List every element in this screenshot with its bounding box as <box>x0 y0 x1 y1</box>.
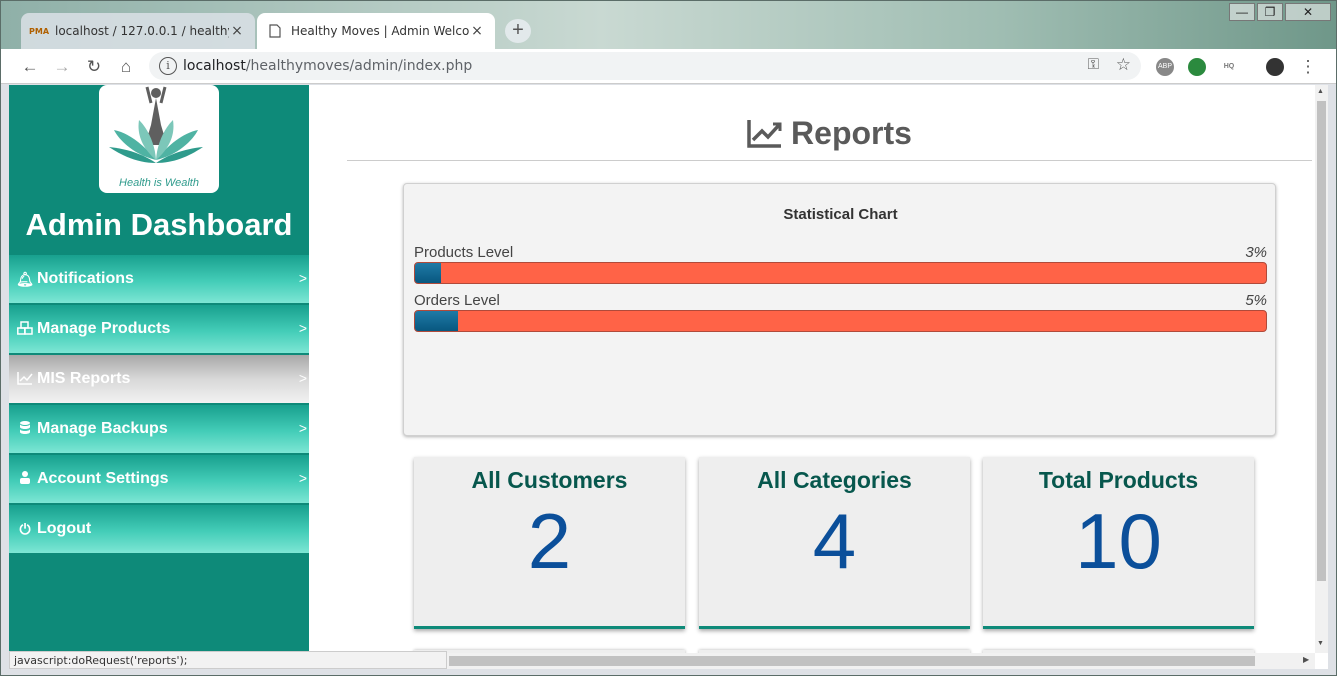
tab-close-icon[interactable]: × <box>469 23 485 39</box>
tab-admin-welcome[interactable]: Healthy Moves | Admin Welcome × <box>257 13 495 49</box>
tab-phpmyadmin[interactable]: PMA localhost / 127.0.0.1 / healthymo × <box>21 13 255 49</box>
sidebar-item-label: Manage Products <box>37 320 171 337</box>
sidebar-item-label: Manage Backups <box>37 420 168 437</box>
card-title: All Categories <box>757 467 912 493</box>
home-icon[interactable]: ⌂ <box>115 56 137 78</box>
stat-card-products[interactable]: Total Products 10 <box>983 457 1254 629</box>
page-title: Reports <box>347 115 1312 161</box>
card-title: Total Products <box>1038 467 1199 493</box>
stat-card-categories[interactable]: All Categories 4 <box>699 457 970 629</box>
key-icon[interactable]: ⚿ <box>1088 56 1099 73</box>
reload-icon[interactable]: ↻ <box>83 56 105 78</box>
chevron-right-icon: > <box>298 370 307 386</box>
progress-track <box>414 310 1267 332</box>
chevron-right-icon: > <box>298 420 307 436</box>
tab-close-icon[interactable]: × <box>229 23 245 39</box>
dashboard-title: Admin Dashboard <box>25 207 293 242</box>
sidebar-item-label: Logout <box>37 520 92 537</box>
sidebar-item-notifications[interactable]: 🔔︎ Notifications > <box>9 255 309 305</box>
status-bar: javascript:doRequest('reports'); <box>9 651 447 669</box>
chevron-right-icon: > <box>298 270 307 286</box>
bar-label: Orders Level <box>414 292 500 309</box>
scroll-down-icon[interactable]: ▼ <box>1317 640 1324 647</box>
sidebar-menu: 🔔︎ Notifications > Manage Products > MIS… <box>9 255 309 555</box>
scrollbar-thumb[interactable] <box>449 656 1255 666</box>
logo-caption: Health is Wealth <box>119 177 199 189</box>
sidebar-item-label: Notifications <box>37 270 134 287</box>
logo[interactable]: Health is Wealth <box>99 85 219 193</box>
sidebar-item-logout[interactable]: ⏻ Logout <box>9 505 309 555</box>
cubes-icon <box>15 320 35 338</box>
database-icon <box>15 420 35 438</box>
progress-fill <box>415 311 458 331</box>
browser-toolbar: ← → ↻ ⌂ i localhost/healthymoves/admin/i… <box>1 49 1336 84</box>
address-bar[interactable]: i localhost/healthymoves/admin/index.php… <box>149 52 1141 80</box>
sidebar-item-mis-reports[interactable]: MIS Reports > <box>9 355 309 405</box>
hq-extension-icon[interactable]: HQ <box>1220 58 1238 76</box>
url-host: localhost <box>183 58 246 74</box>
profile-avatar[interactable] <box>1266 58 1284 76</box>
bookmark-star-icon[interactable]: ☆ <box>1116 55 1131 75</box>
bar-percent: 5% <box>1245 292 1267 309</box>
statistical-chart-panel: Statistical Chart Products Level 3% Orde… <box>403 183 1276 436</box>
tab-title: Healthy Moves | Admin Welcome <box>291 24 469 38</box>
line-chart-icon <box>15 371 35 388</box>
sidebar-item-label: MIS Reports <box>37 370 131 387</box>
stat-card-customers[interactable]: All Customers 2 <box>414 457 685 629</box>
main-content: Reports Statistical Chart Products Level… <box>309 85 1315 669</box>
reports-heading-text: Reports <box>791 115 912 151</box>
url-path: /healthymoves/admin/index.php <box>245 58 473 74</box>
close-window-button[interactable]: ✕ <box>1285 3 1331 21</box>
card-value: 2 <box>527 497 572 585</box>
chevron-right-icon: > <box>298 470 307 486</box>
card-value: 4 <box>812 497 857 585</box>
sidebar: Health is Wealth Admin Dashboard 🔔︎ Noti… <box>9 85 309 669</box>
progress-track <box>414 262 1267 284</box>
maximize-button[interactable]: ❐ <box>1257 3 1283 21</box>
sidebar-item-account-settings[interactable]: Account Settings > <box>9 455 309 505</box>
adblock-icon[interactable]: ABP <box>1156 58 1174 76</box>
page-viewport: Health is Wealth Admin Dashboard 🔔︎ Noti… <box>9 85 1328 669</box>
vertical-scrollbar[interactable]: ▲ ▼ <box>1315 85 1328 653</box>
reports-heading: Reports <box>747 115 912 151</box>
sidebar-item-manage-products[interactable]: Manage Products > <box>9 305 309 355</box>
globe-extension-icon[interactable] <box>1188 58 1206 76</box>
minimize-button[interactable]: — <box>1229 3 1255 21</box>
bar-label: Products Level <box>414 244 514 261</box>
bar-percent: 3% <box>1245 244 1267 261</box>
title-bar: PMA localhost / 127.0.0.1 / healthymo × … <box>1 1 1336 49</box>
users-icon <box>15 470 35 488</box>
tab-title: localhost / 127.0.0.1 / healthymo <box>55 24 229 38</box>
forward-icon[interactable]: → <box>51 56 73 78</box>
info-icon[interactable]: i <box>159 57 177 75</box>
document-icon <box>267 23 283 39</box>
sidebar-item-label: Account Settings <box>37 470 169 487</box>
power-icon: ⏻ <box>19 520 31 537</box>
bell-icon: 🔔︎ <box>16 270 34 287</box>
card-value: 10 <box>1075 497 1162 585</box>
chevron-right-icon: > <box>298 320 307 336</box>
scroll-right-icon[interactable]: ▶ <box>1303 655 1309 664</box>
scrollbar-thumb[interactable] <box>1317 101 1326 581</box>
progress-fill <box>415 263 441 283</box>
browser-window: PMA localhost / 127.0.0.1 / healthymo × … <box>0 0 1337 676</box>
menu-kebab-icon[interactable]: ⋮ <box>1297 56 1319 78</box>
line-chart-icon <box>747 120 782 148</box>
sidebar-item-manage-backups[interactable]: Manage Backups > <box>9 405 309 455</box>
phpmyadmin-icon: PMA <box>29 26 50 36</box>
new-tab-button[interactable]: + <box>505 19 531 43</box>
back-icon[interactable]: ← <box>19 56 41 78</box>
lotus-yoga-icon <box>109 86 203 163</box>
card-title: All Customers <box>471 467 628 493</box>
url-text[interactable]: localhost/healthymoves/admin/index.php <box>183 58 472 74</box>
scroll-up-icon[interactable]: ▲ <box>1317 88 1324 95</box>
chart-title: Statistical Chart <box>783 206 898 223</box>
